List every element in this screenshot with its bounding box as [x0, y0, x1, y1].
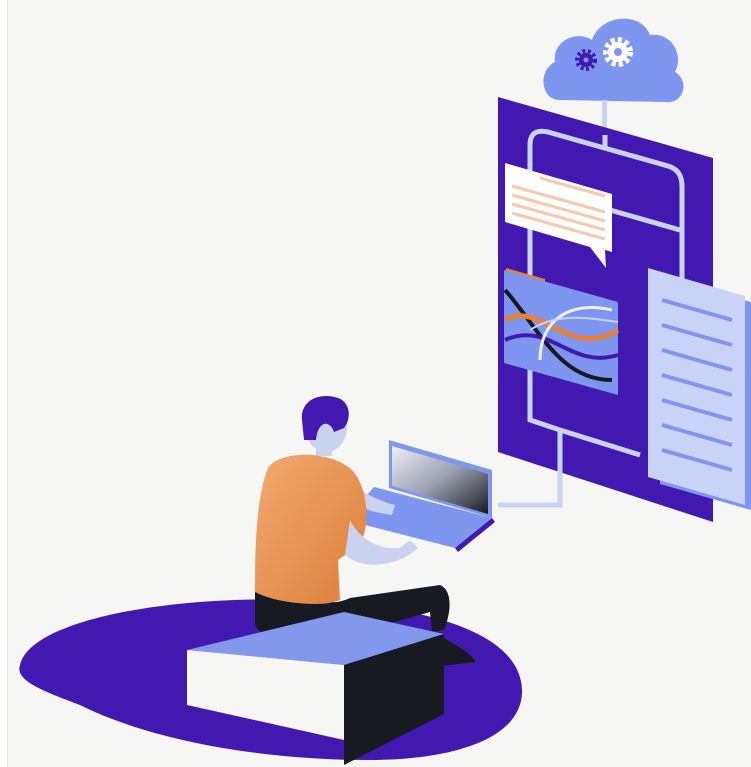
hero-illustration: [19, 18, 751, 765]
document-icon: [648, 268, 751, 510]
illustration-page: [0, 0, 751, 767]
